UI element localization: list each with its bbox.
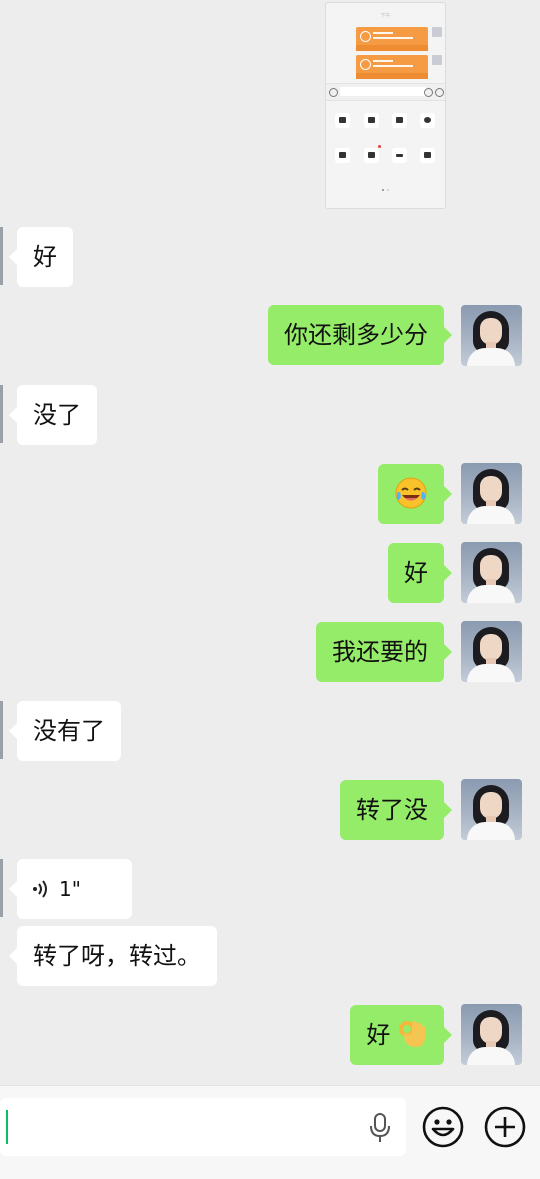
message-bubble-outgoing[interactable]: 好 (388, 543, 452, 603)
plus-more-icon[interactable] (483, 1105, 527, 1149)
chat-input-bar (0, 1085, 540, 1179)
contact-avatar[interactable] (0, 859, 3, 917)
message-text: 好 (366, 1021, 391, 1049)
message-bubble-outgoing[interactable] (378, 464, 452, 524)
voice-wave-icon (33, 880, 47, 898)
screenshot-transfer-icon (364, 148, 379, 163)
ok-hand-emoji-icon (399, 1021, 426, 1047)
screenshot-transfer-card (356, 55, 428, 79)
my-avatar[interactable] (461, 305, 522, 366)
screenshot-avatar (432, 27, 442, 37)
forwarded-screenshot-image[interactable]: 下午 (325, 2, 446, 209)
message-bubble-incoming[interactable]: 没了 (9, 385, 97, 445)
my-avatar[interactable] (461, 463, 522, 524)
my-avatar[interactable] (461, 621, 522, 682)
screenshot-avatar (432, 55, 442, 65)
screenshot-input-bar (326, 83, 445, 101)
message-bubble-outgoing[interactable]: 你还剩多少分 (268, 305, 452, 365)
message-bubble-outgoing[interactable]: 好 (350, 1005, 452, 1065)
laughing-tears-emoji-icon (395, 477, 427, 509)
message-bubble-incoming[interactable]: 转了呀，转过。 (9, 926, 217, 986)
message-bubble-outgoing[interactable]: 转了没 (340, 780, 452, 840)
contact-avatar[interactable] (0, 385, 3, 443)
message-input[interactable] (0, 1098, 406, 1156)
microphone-icon[interactable] (368, 1112, 392, 1144)
screenshot-location-icon (420, 113, 435, 128)
screenshot-video-icon (392, 113, 407, 128)
screenshot-time-label: 下午 (380, 13, 391, 19)
screenshot-transfer-card (356, 27, 428, 51)
screenshot-album-icon (335, 113, 350, 128)
message-bubble-incoming[interactable]: 没有了 (9, 701, 121, 761)
my-avatar[interactable] (461, 542, 522, 603)
screenshot-redpacket-icon (335, 148, 350, 163)
my-avatar[interactable] (461, 1004, 522, 1065)
emoji-button-icon[interactable] (421, 1105, 465, 1149)
screenshot-favorites-icon (420, 148, 435, 163)
screenshot-voice-input-icon (392, 148, 407, 163)
screenshot-page-dot (387, 189, 389, 191)
screenshot-camera-icon (364, 113, 379, 128)
contact-avatar[interactable] (0, 227, 3, 285)
voice-message-bubble[interactable]: 1" (9, 859, 132, 919)
contact-avatar[interactable] (0, 701, 3, 759)
message-bubble-outgoing[interactable]: 我还要的 (316, 622, 452, 682)
screenshot-badge-dot (378, 145, 381, 148)
my-avatar[interactable] (461, 779, 522, 840)
message-bubble-incoming[interactable]: 好 (9, 227, 73, 287)
text-caret (6, 1110, 8, 1144)
voice-duration: 1" (59, 877, 81, 901)
screenshot-page-dot (382, 189, 384, 191)
